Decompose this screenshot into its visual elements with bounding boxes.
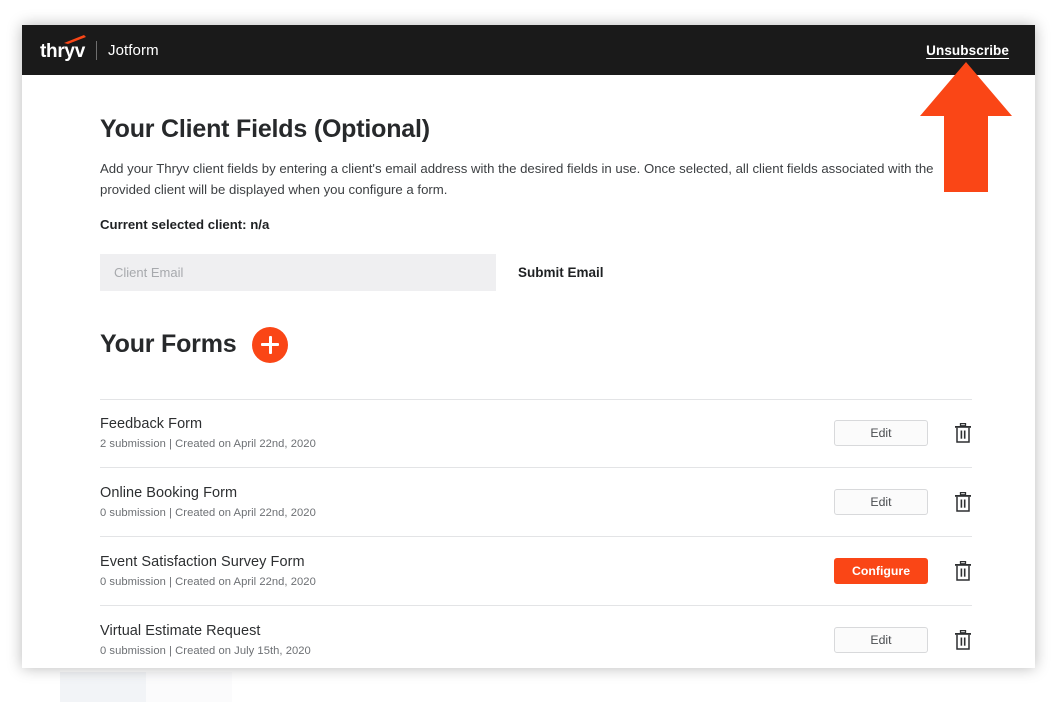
trash-icon[interactable] — [954, 491, 972, 512]
content-container: Your Client Fields (Optional) Add your T… — [22, 75, 1035, 668]
form-action-button[interactable]: Edit — [834, 420, 928, 447]
app-page: thryv Jotform Unsubscribe Your Client Fi… — [22, 25, 1035, 668]
client-email-input[interactable] — [100, 253, 496, 291]
plus-icon[interactable] — [252, 326, 289, 363]
thryv-logo[interactable]: thryv — [40, 34, 86, 62]
table-row[interactable]: Event Satisfaction Survey Form 0 submiss… — [100, 537, 972, 606]
background-panel-right — [146, 672, 232, 702]
forms-list: Feedback Form 2 submission | Created on … — [100, 398, 972, 668]
jotform-label: Jotform — [107, 41, 159, 59]
app-header: thryv Jotform Unsubscribe — [22, 25, 1035, 75]
trash-icon[interactable] — [954, 423, 972, 443]
row-actions: Edit — [834, 626, 972, 653]
form-name: Event Satisfaction Survey Form — [100, 553, 305, 570]
form-name: Virtual Estimate Request — [100, 622, 261, 639]
form-info: Virtual Estimate Request 0 submission | … — [100, 623, 834, 657]
trash-icon[interactable] — [954, 629, 972, 650]
your-forms-header: Your Forms — [100, 326, 993, 363]
form-action-button[interactable]: Edit — [834, 488, 928, 515]
form-meta: 0 submission | Created on July 15th, 202… — [100, 644, 311, 657]
row-actions: Edit — [834, 420, 972, 447]
form-action-button[interactable]: Edit — [834, 626, 928, 653]
form-meta: 0 submission | Created on April 22nd, 20… — [100, 575, 316, 588]
screenshot-root: thryv Jotform Unsubscribe Your Client Fi… — [0, 0, 1062, 702]
page-body: Your Client Fields (Optional) Add your T… — [22, 75, 1035, 668]
table-row[interactable]: Virtual Estimate Request 0 submission | … — [100, 606, 972, 668]
thryv-logo-text: thryv — [40, 40, 85, 62]
form-info: Feedback Form 2 submission | Created on … — [100, 416, 834, 450]
background-panel-left — [60, 672, 146, 702]
unsubscribe-link[interactable]: Unsubscribe — [926, 43, 1017, 58]
current-selected-client: Current selected client: n/a — [100, 216, 270, 232]
form-name: Feedback Form — [100, 416, 203, 433]
table-row[interactable]: Feedback Form 2 submission | Created on … — [100, 398, 972, 468]
form-meta: 2 submission | Created on April 22nd, 20… — [100, 438, 316, 451]
form-action-button[interactable]: Configure — [834, 557, 928, 584]
submit-email-button[interactable]: Submit Email — [518, 265, 604, 280]
form-info: Event Satisfaction Survey Form 0 submiss… — [100, 554, 834, 588]
form-info: Online Booking Form 0 submission | Creat… — [100, 485, 834, 519]
row-actions: Edit — [834, 488, 972, 515]
table-row[interactable]: Online Booking Form 0 submission | Creat… — [100, 468, 972, 537]
brand-divider — [95, 40, 97, 60]
form-name: Online Booking Form — [100, 484, 238, 501]
row-actions: Configure — [834, 557, 972, 584]
client-fields-description: Add your Thryv client fields by entering… — [100, 161, 934, 198]
brand-lockup: thryv Jotform — [40, 34, 159, 62]
client-email-row: Submit Email — [100, 253, 993, 291]
your-forms-title: Your Forms — [100, 330, 237, 359]
client-fields-title: Your Client Fields (Optional) — [100, 115, 430, 143]
form-meta: 0 submission | Created on April 22nd, 20… — [100, 506, 316, 519]
trash-icon[interactable] — [954, 560, 972, 581]
